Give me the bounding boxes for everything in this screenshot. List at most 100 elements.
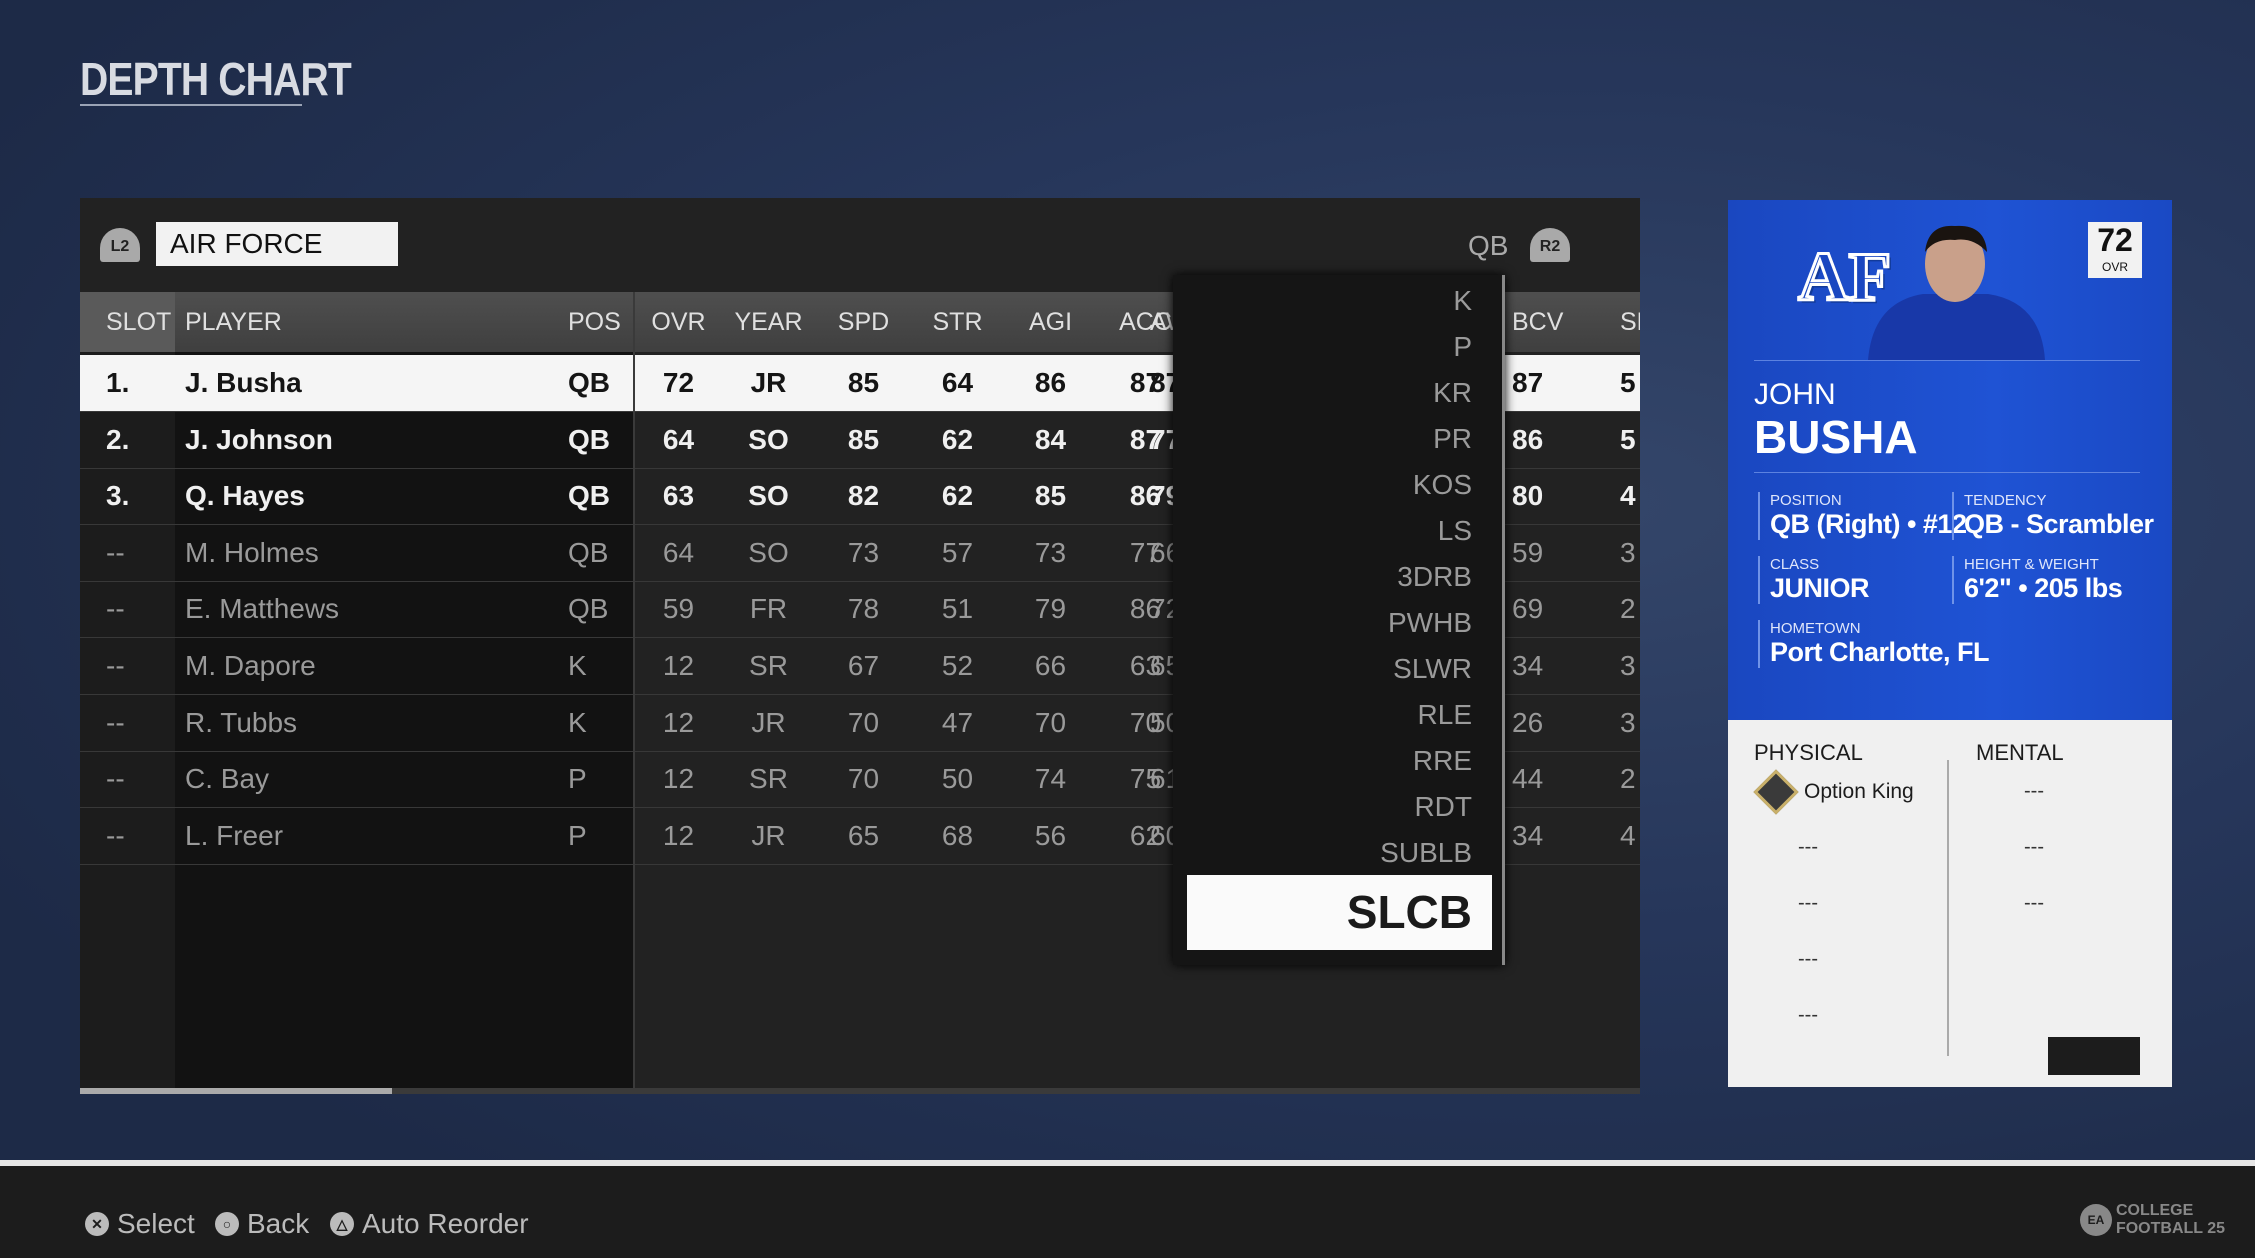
cell-year: JR [751,819,786,851]
label: Select [117,1208,195,1239]
cell-awr: 79 [1150,480,1173,512]
cell-player: R. Tubbs [185,706,298,738]
column-header-year[interactable]: YEAR [725,308,812,337]
cell-pos: K [568,706,587,738]
dropdown-item[interactable]: P [1453,331,1472,363]
physical-ability-slot: --- [1798,836,1818,858]
cell-spd: 85 [847,423,880,455]
position-dropdown[interactable]: SLCB K P KR PR KOS LS 3DRB PWHB SLWR RLE RRE RDT SUB… [1173,275,1505,965]
cell-spd: 78 [847,593,880,625]
cell-sf: 3 [1620,536,1636,568]
cell-player: E. Matthews [185,593,340,625]
cell-slot: -- [106,763,125,795]
team-selector[interactable]: AIR FORCE [156,222,398,266]
player-portrait [1868,225,2045,360]
cell-str: 62 [941,480,974,512]
column-header-str[interactable]: STR [914,308,1001,337]
cell-agi: 70 [1034,706,1067,738]
cell-awr: 50 [1150,706,1173,738]
cell-slot: 2. [106,423,130,455]
select-button[interactable]: ✕ Select [85,1208,195,1240]
cell-spd: 82 [847,480,880,512]
mental-ability-slot: --- [2024,780,2044,802]
cell-slot: -- [106,706,125,738]
cell-agi: 56 [1034,819,1067,851]
dropdown-item[interactable]: PWHB [1388,607,1472,639]
column-divider [1947,760,1949,1056]
class-info: CLASS JUNIOR [1758,556,1870,604]
next-position-button[interactable]: R2 [1530,228,1570,262]
cell-year: SO [748,480,789,512]
triangle-icon: △ [330,1212,354,1236]
last-name: BUSHA [1754,411,1918,463]
cell-player: C. Bay [185,763,270,795]
cell-pos: QB [568,480,610,512]
dropdown-item[interactable]: LS [1438,515,1472,547]
cell-ovr: 72 [662,367,695,398]
cell-ovr: 12 [662,763,695,795]
hometown-info: HOMETOWN Port Charlotte, FL [1758,620,1990,668]
ovr-label: OVR [2101,260,2128,274]
label: CLASS [1770,556,1820,573]
dropdown-item[interactable]: PR [1433,423,1472,455]
column-header-ovr[interactable]: OVR [635,308,722,337]
cell-player: Q. Hayes [185,480,305,512]
tendency-info: TENDENCY QB - Scrambler [1952,492,2154,540]
column-header-agi[interactable]: AGI [1007,308,1094,337]
dropdown-item-selected[interactable]: SLCB [1187,875,1492,950]
column-header-slot[interactable]: SLOT [80,308,175,337]
dropdown-item[interactable]: RRE [1413,745,1472,777]
cell-player: J. Johnson [185,423,333,455]
title-underline [80,104,302,106]
dropdown-item[interactable]: RDT [1414,791,1472,823]
cell-year: SO [748,423,789,455]
column-header-spd[interactable]: SPD [820,308,907,337]
cell-player: J. Busha [185,367,302,398]
cell-agi: 79 [1034,593,1067,625]
card-page-toggle[interactable] [2048,1037,2140,1075]
label: TENDENCY [1964,492,2047,509]
cell-awr: 77 [1150,423,1173,455]
first-name: JOHN [1754,378,1836,411]
dropdown-item[interactable]: KOS [1413,469,1472,501]
cell-sf: 5 [1620,367,1636,398]
back-button[interactable]: ○ Back [215,1208,309,1240]
dropdown-item[interactable]: KR [1433,377,1472,409]
prev-team-button[interactable]: L2 [100,228,140,262]
column-header-sf[interactable]: SF [1620,308,1640,337]
cell-year: FR [749,593,788,625]
column-header-player[interactable]: PLAYER [175,308,475,337]
cell-bcv: 87 [1512,367,1544,398]
auto-reorder-button[interactable]: △ Auto Reorder [330,1208,529,1240]
cell-str: 47 [941,706,974,738]
dropdown-item[interactable]: K [1453,285,1472,317]
cell-agi: 66 [1034,650,1067,681]
cell-slot: 3. [106,480,130,512]
cell-year: JR [751,706,786,738]
cell-str: 57 [941,536,974,568]
cell-awr: 60 [1150,819,1173,851]
column-divider [633,292,635,1094]
cell-year: SO [748,536,789,568]
horizontal-scrollbar[interactable] [80,1088,1640,1094]
dropdown-item[interactable]: SUBLB [1380,837,1472,869]
cell-ovr: 59 [662,593,695,625]
player-card: AF 72 OVR JOHN BUSHA POSITION QB (Right) •… [1728,200,2172,1087]
cell-spd: 65 [847,819,880,851]
label: POSITION [1770,492,1842,509]
column-header-bcv[interactable]: BCV [1512,308,1592,337]
scrollbar-thumb[interactable] [80,1088,392,1094]
cell-bcv: 26 [1512,706,1544,738]
dropdown-item[interactable]: SLWR [1393,653,1472,685]
dropdown-item[interactable]: 3DRB [1397,561,1472,593]
cell-str: 52 [941,650,974,681]
cell-awr: 72 [1150,593,1173,625]
cell-bcv: 34 [1512,819,1544,851]
position-info: POSITION QB (Right) • #12 [1758,492,1967,540]
cell-player: M. Holmes [185,536,319,568]
dropdown-item[interactable]: RLE [1418,699,1472,731]
cell-bcv: 69 [1512,593,1544,625]
column-header-awr[interactable]: AWR [1150,308,1173,337]
cell-agi: 84 [1034,423,1067,455]
column-header-pos[interactable]: POS [568,308,630,337]
